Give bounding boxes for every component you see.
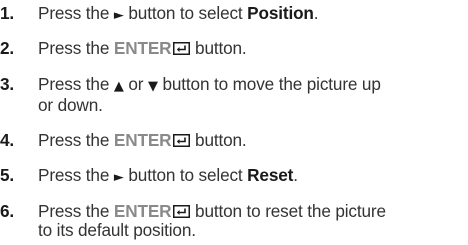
- down-arrow-icon: ▼: [147, 79, 158, 94]
- step-text: Press the ENTER button.: [38, 130, 247, 150]
- step-2: 2. Press the ENTER button.: [0, 39, 460, 58]
- position-label: Position: [247, 3, 314, 23]
- right-arrow-icon: ►: [113, 8, 124, 23]
- up-arrow-icon: ▲: [113, 79, 124, 94]
- step-number: 1.: [0, 3, 15, 23]
- step-number: 4.: [0, 130, 15, 150]
- step-4: 4. Press the ENTER button.: [0, 131, 460, 150]
- enter-key-label: ENTER: [113, 130, 172, 150]
- step-text: Press the ENTER button to reset the pict…: [38, 201, 386, 240]
- step-number: 2.: [0, 38, 15, 58]
- step-text: Press the ▲ or ▼ button to move the pict…: [38, 74, 381, 115]
- step-number: 5.: [0, 165, 15, 185]
- step-text: Press the ► button to select Position.: [38, 3, 319, 24]
- enter-key-icon: [173, 42, 191, 55]
- step-5: 5. Press the ► button to select Reset.: [0, 166, 460, 187]
- enter-key-icon: [173, 134, 191, 147]
- right-arrow-icon: ►: [113, 170, 124, 185]
- reset-label: Reset: [247, 165, 294, 185]
- step-text: Press the ► button to select Reset.: [38, 165, 298, 186]
- step-3: 3. Press the ▲ or ▼ button to move the p…: [0, 75, 460, 115]
- enter-key-label: ENTER: [113, 38, 172, 58]
- enter-key-icon: [173, 205, 191, 218]
- step-6: 6. Press the ENTER button to reset the p…: [0, 202, 460, 240]
- enter-key-label: ENTER: [113, 201, 172, 221]
- step-text: Press the ENTER button.: [38, 38, 247, 58]
- step-1: 1. Press the ► button to select Position…: [0, 4, 460, 25]
- step-number: 3.: [0, 74, 15, 94]
- step-number: 6.: [0, 201, 15, 221]
